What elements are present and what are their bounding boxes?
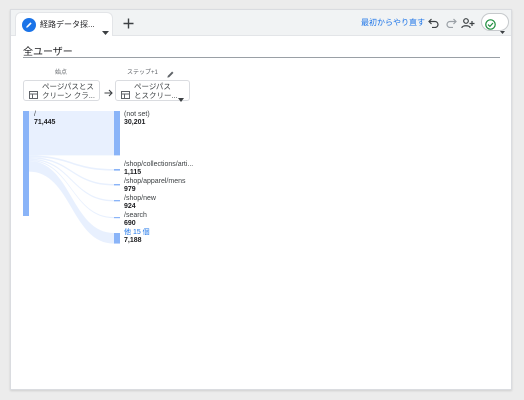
node-name: (not set) — [124, 111, 150, 118]
node-name: 他 15 個 — [124, 229, 150, 236]
node-value: 690 — [124, 220, 136, 227]
flow-link — [29, 161, 114, 244]
step1-node-bar[interactable] — [114, 217, 120, 219]
step1-node-label[interactable]: (not set) 30,201 — [124, 111, 150, 127]
flow-links — [29, 111, 114, 244]
step1-node-label[interactable]: /shop/new 924 — [124, 195, 156, 211]
node-name: /shop/collections/arti... — [124, 161, 194, 168]
step1-node-bar[interactable] — [114, 233, 120, 244]
node-value: 979 — [124, 186, 136, 193]
node-name: /shop/apparel/mens — [124, 178, 186, 185]
step1-node-bar[interactable] — [114, 111, 120, 156]
step1-node-label[interactable]: /search 690 — [124, 212, 147, 228]
step1-node-bar[interactable] — [114, 184, 120, 186]
node-value: 924 — [124, 203, 136, 210]
step1-node-bar[interactable] — [114, 169, 120, 171]
step1-node-label[interactable]: 他 15 個 7,188 — [124, 229, 150, 245]
start-node-label[interactable]: / 71,445 — [34, 111, 55, 127]
node-name: / — [34, 111, 36, 118]
path-flow-diagram — [23, 111, 120, 244]
step1-node-bar[interactable] — [114, 200, 120, 202]
node-value: 71,445 — [34, 119, 56, 126]
start-node-bar[interactable] — [23, 111, 29, 216]
node-name: /shop/new — [124, 195, 156, 202]
app-window: 経路データ探... 最初からやり直す 全ユーザー 始点 ステップ+1 ページパス… — [10, 9, 512, 390]
node-value: 1,115 — [124, 169, 142, 176]
node-value: 30,201 — [124, 119, 146, 126]
step1-node-label[interactable]: /shop/collections/arti... 1,115 — [124, 161, 193, 177]
node-value: 7,188 — [124, 237, 142, 244]
step1-node-label[interactable]: /shop/apparel/mens 979 — [124, 178, 185, 194]
node-name: /search — [124, 212, 147, 219]
